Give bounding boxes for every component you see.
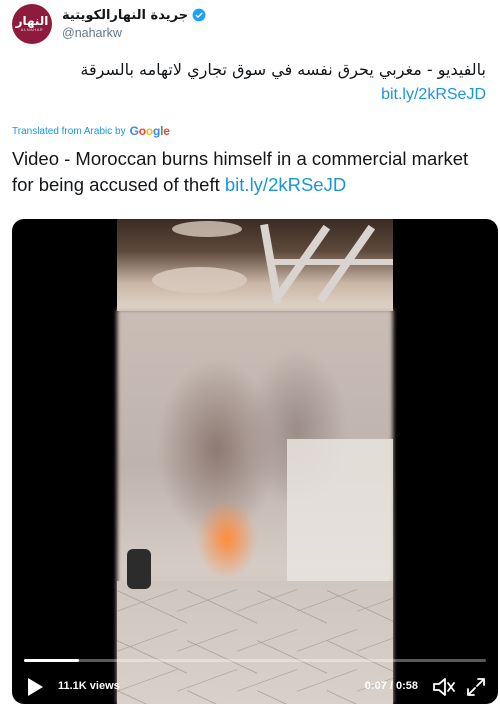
tweet-text-translated: Video - Moroccan burns himself in a comm… [12, 146, 482, 198]
tweet-header: النهار ALNAHAR جريدة النهارالكويتية @nah… [12, 4, 492, 44]
display-name-row: جريدة النهارالكويتية [62, 6, 206, 24]
play-icon[interactable] [26, 677, 44, 697]
video-frame-top [117, 219, 393, 311]
avatar[interactable]: النهار ALNAHAR [12, 4, 52, 44]
google-logo-icon: Google [129, 124, 170, 138]
video-floor [117, 581, 393, 704]
avatar-logo-subtext: ALNAHAR [20, 27, 44, 32]
view-count: 11.1K views [58, 680, 120, 692]
fullscreen-icon[interactable] [466, 677, 486, 697]
verified-badge-icon [192, 8, 206, 22]
video-time: 0:07 / 0:58 [364, 680, 418, 692]
tweet-link-arabic[interactable]: bit.ly/2kRSeJD [381, 83, 486, 107]
video-player[interactable]: 11.1K views 0:07 / 0:58 [12, 219, 498, 704]
translation-attribution[interactable]: Translated from Arabic by Google [12, 124, 170, 138]
tweet-link-translated[interactable]: bit.ly/2kRSeJD [225, 174, 346, 195]
account-handle[interactable]: @naharkw [62, 26, 206, 40]
video-figure [127, 549, 151, 589]
avatar-logo-text: النهار [15, 14, 49, 28]
video-progress-bar[interactable] [24, 659, 486, 662]
account-names: جريدة النهارالكويتية @naharkw [62, 6, 206, 40]
tweet-text-arabic: بالفيديو - مغربي يحرق نفسه في سوق تجاري … [80, 60, 486, 79]
video-progress-fill [24, 659, 80, 662]
display-name[interactable]: جريدة النهارالكويتية [62, 8, 188, 23]
volume-icon[interactable] [432, 676, 456, 698]
translation-label: Translated from Arabic by [12, 125, 126, 137]
